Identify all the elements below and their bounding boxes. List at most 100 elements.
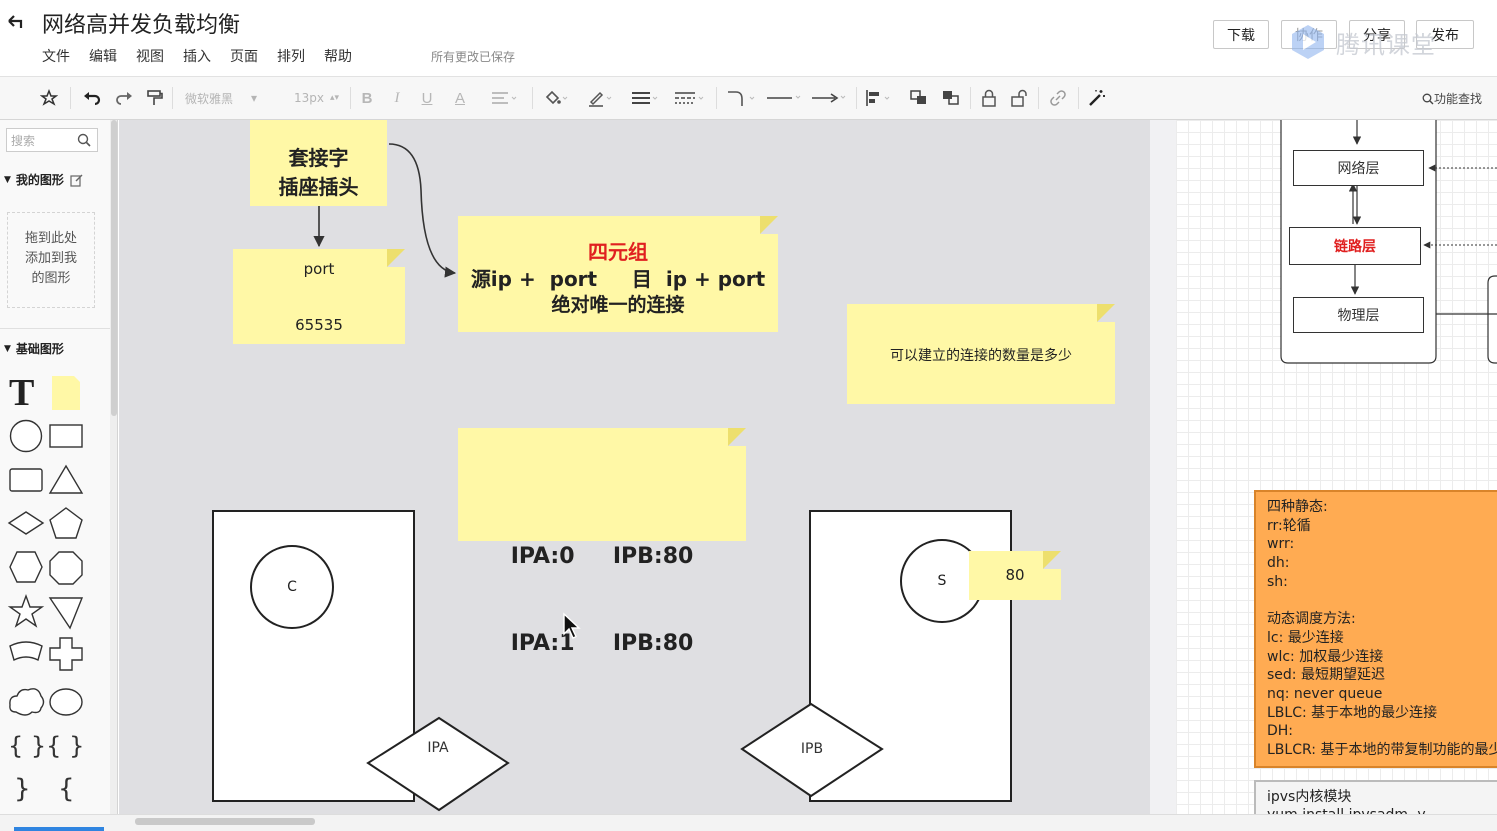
menu-edit[interactable]: 编辑 (89, 46, 117, 66)
format-painter-icon[interactable] (143, 86, 165, 110)
note-line: rr:轮循 (1267, 517, 1311, 534)
physical-layer-label: 物理层 (1337, 308, 1380, 324)
inverted-triangle-shape[interactable] (48, 597, 84, 630)
toolbar: 微软雅黑 ▾ 13px ▴▾ B I U A 功能查找 (0, 76, 1497, 120)
edit-icon[interactable] (70, 173, 84, 187)
function-search[interactable]: 功能查找 (1422, 90, 1482, 107)
svg-text:{ }{ }: { }{ } (8, 732, 84, 760)
basic-shapes-header[interactable]: ▼ 基础图形 (4, 340, 64, 357)
bold-button[interactable]: B (358, 86, 376, 110)
link-icon[interactable] (1046, 86, 1070, 110)
network-layer-label: 网络层 (1337, 161, 1380, 177)
basic-shapes-label: 基础图形 (15, 342, 64, 356)
hexagon-shape[interactable] (9, 551, 43, 583)
menu-bar: 文件 编辑 视图 插入 页面 排列 帮助 (42, 46, 371, 66)
text-shape[interactable]: T (9, 372, 34, 414)
magic-icon[interactable] (1085, 86, 1109, 110)
drop-hint-line: 添加到我 (24, 251, 77, 266)
note-shape[interactable] (52, 376, 80, 410)
menu-help[interactable]: 帮助 (324, 46, 352, 66)
diamond-ipa[interactable] (366, 716, 510, 812)
svg-text:{: { (58, 774, 75, 804)
pentagon-shape[interactable] (49, 507, 83, 539)
bring-front-icon[interactable] (906, 86, 932, 110)
send-back-icon[interactable] (938, 86, 964, 110)
fill-icon[interactable] (542, 86, 570, 110)
redo-icon[interactable] (112, 86, 136, 110)
line-type-icon[interactable] (765, 86, 805, 110)
note-line: DH: (1267, 723, 1294, 740)
ellipse-shape[interactable] (49, 688, 83, 716)
underline-button[interactable]: U (418, 86, 436, 110)
back-arrow-icon[interactable] (6, 12, 26, 32)
drop-hint-line: 拖到此处 (24, 231, 77, 246)
line-style-icon[interactable] (673, 86, 707, 110)
note-line: LBLCR: 基于本地的带复制功能的最少连接 (1267, 742, 1497, 759)
physical-layer-box[interactable]: 物理层 (1293, 297, 1424, 333)
align-icon[interactable] (864, 86, 894, 110)
collapse-icon: ▼ (4, 343, 11, 354)
menu-page[interactable]: 页面 (230, 46, 258, 66)
my-shapes-drop-area[interactable]: 拖到此处 添加到我 的图形 (7, 212, 95, 308)
shape-palette: T { }{ } }{ (7, 372, 84, 831)
note-line: wrr: (1267, 536, 1295, 553)
note-line: sh: (1267, 573, 1288, 590)
triangle-shape[interactable] (48, 464, 84, 494)
cloud-shape[interactable] (9, 688, 45, 716)
pointer-icon[interactable] (38, 86, 60, 110)
line-width-icon[interactable] (630, 86, 660, 110)
shape-search-input[interactable]: 搜索 (6, 128, 98, 152)
drawing-canvas[interactable]: 套接字 插座插头 port 65535 四元组 源ip + port 目 ip … (119, 120, 1497, 816)
line-color-icon[interactable] (586, 86, 614, 110)
font-color-button[interactable]: A (449, 86, 471, 110)
align-text-icon[interactable] (489, 86, 519, 110)
menu-insert[interactable]: 插入 (183, 46, 211, 66)
menu-file[interactable]: 文件 (42, 46, 70, 66)
font-size-select[interactable]: 13px ▴▾ (288, 88, 344, 108)
note-line: ipvs内核模块 (1267, 789, 1352, 805)
shape-sidebar: 搜索 ▼ 我的图形 拖到此处 添加到我 的图形 ▼ 基础图形 T {}{} … (0, 120, 118, 831)
italic-button[interactable]: I (388, 86, 406, 110)
watermark: 腾讯课堂 (1288, 22, 1436, 62)
svg-text:T: T (9, 372, 34, 414)
brace-shape[interactable]: }{ (14, 774, 75, 804)
search-icon (77, 133, 91, 147)
rectangle-shape[interactable] (49, 424, 83, 448)
note-line: wlc: 加权最少连接 (1267, 648, 1384, 665)
my-shapes-header[interactable]: ▼ 我的图形 (4, 171, 84, 188)
my-shapes-label: 我的图形 (15, 173, 64, 187)
font-family-select[interactable]: 微软雅黑 ▾ (176, 88, 272, 108)
page-tabs-bar[interactable] (0, 814, 119, 831)
note-line: nq: never queue (1267, 686, 1383, 703)
arrow-socket-to-four-tuple[interactable] (388, 143, 457, 278)
ipvs-module-note[interactable]: ipvs内核模块 yum install ipvsadm -y (1254, 780, 1497, 816)
arrow-icon[interactable] (810, 86, 850, 110)
braces-shape[interactable]: { }{ } (8, 732, 84, 760)
unlock-icon[interactable] (1008, 86, 1030, 110)
connector-icon[interactable] (725, 86, 759, 110)
tencent-classroom-logo-icon (1292, 25, 1324, 59)
sidebar-scrollbar[interactable] (110, 120, 117, 831)
scheduling-methods-note[interactable]: 四种静态: rr:轮循 wrr: dh: sh: 动态调度方法: lc: 最少连… (1254, 490, 1497, 768)
download-button[interactable]: 下载 (1213, 20, 1269, 49)
scroll-thumb[interactable] (135, 818, 315, 825)
cross-shape[interactable] (49, 637, 83, 671)
mouse-cursor-icon (563, 612, 581, 639)
tape-shape[interactable] (9, 641, 43, 662)
menu-arrange[interactable]: 排列 (277, 46, 305, 66)
horizontal-scrollbar[interactable] (119, 814, 1497, 831)
rounded-rectangle-shape[interactable] (9, 468, 43, 492)
search-icon (1422, 93, 1434, 104)
circle-shape[interactable] (9, 419, 43, 453)
star-shape[interactable] (7, 593, 45, 628)
lock-icon[interactable] (978, 86, 1000, 110)
menu-view[interactable]: 视图 (136, 46, 164, 66)
network-layer-box[interactable]: 网络层 (1293, 150, 1424, 186)
link-layer-box[interactable]: 链路层 (1289, 227, 1421, 265)
note-line: dh: (1267, 555, 1290, 572)
header: 网络高并发负载均衡 文件 编辑 视图 插入 页面 排列 帮助 所有更改已保存 下… (0, 0, 1497, 76)
undo-icon[interactable] (80, 86, 104, 110)
diamond-shape[interactable] (7, 511, 45, 535)
document-title[interactable]: 网络高并发负载均衡 (42, 7, 240, 39)
octagon-shape[interactable] (49, 551, 83, 585)
